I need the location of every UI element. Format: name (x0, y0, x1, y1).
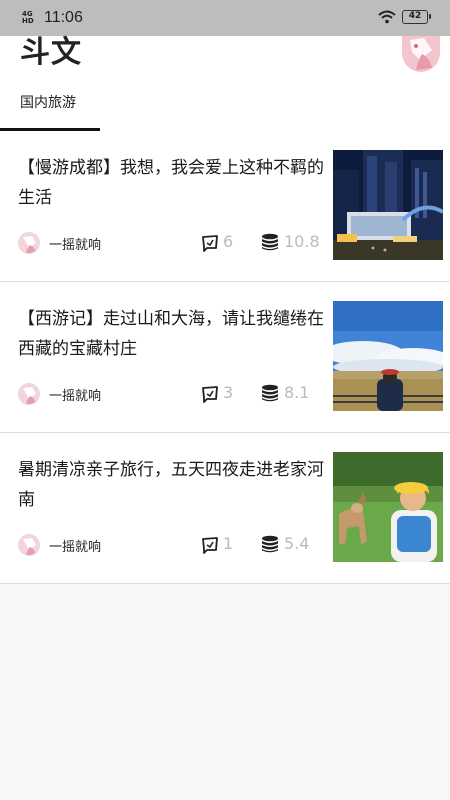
coin-value: 5.4 (284, 534, 310, 553)
status-bar: 4G HD 11:06 42 (0, 0, 450, 36)
article-card[interactable]: 【西游记】走过山和大海，请让我缱绻在西藏的宝藏村庄 一摇就响 3 8.1 (0, 282, 450, 433)
wifi-icon (378, 10, 396, 24)
comment-icon (202, 235, 218, 252)
coin-stack-icon (262, 535, 278, 553)
author-name[interactable]: 一摇就响 (49, 234, 101, 253)
author-avatar[interactable] (18, 534, 40, 556)
coin-value: 8.1 (284, 383, 310, 402)
coin-stack-icon (262, 384, 278, 402)
app-title: 斗文 (20, 35, 82, 70)
comment-icon (202, 386, 218, 403)
network-indicator: 4G HD (22, 10, 34, 25)
coin-stack-icon (262, 233, 278, 251)
author-name[interactable]: 一摇就响 (49, 385, 101, 404)
article-card[interactable]: 暑期清凉亲子旅行，五天四夜走进老家河南 一摇就响 1 5.4 (0, 433, 450, 584)
article-meta: 一摇就响 6 10.8 (18, 232, 320, 254)
article-meta: 一摇就响 1 5.4 (18, 534, 320, 556)
comment-count: 1 (223, 534, 234, 553)
clock: 11:06 (44, 9, 83, 26)
author-avatar[interactable] (18, 232, 40, 254)
app-header: 斗文 国内旅游 (0, 36, 450, 131)
author-avatar[interactable] (18, 383, 40, 405)
article-title[interactable]: 【西游记】走过山和大海，请让我缱绻在西藏的宝藏村庄 (18, 304, 324, 364)
author-name[interactable]: 一摇就响 (49, 536, 101, 555)
user-avatar[interactable] (402, 36, 440, 72)
comment-icon (202, 537, 218, 554)
article-title[interactable]: 【慢游成都】我想，我会爱上这种不羁的生活 (18, 153, 324, 213)
comment-count: 3 (223, 383, 234, 402)
article-card[interactable]: 【慢游成都】我想，我会爱上这种不羁的生活 一摇就响 6 10.8 (0, 131, 450, 282)
article-thumbnail[interactable] (333, 150, 443, 260)
coin-value: 10.8 (284, 232, 320, 251)
article-title[interactable]: 暑期清凉亲子旅行，五天四夜走进老家河南 (18, 455, 324, 515)
battery-indicator: 42 (402, 10, 431, 24)
article-thumbnail[interactable] (333, 301, 443, 411)
tab-domestic-travel[interactable]: 国内旅游 (20, 92, 76, 112)
comment-count: 6 (223, 232, 234, 251)
article-feed: 【慢游成都】我想，我会爱上这种不羁的生活 一摇就响 6 10.8 【西游记】走过… (0, 131, 450, 584)
article-thumbnail[interactable] (333, 452, 443, 562)
article-meta: 一摇就响 3 8.1 (18, 383, 320, 405)
